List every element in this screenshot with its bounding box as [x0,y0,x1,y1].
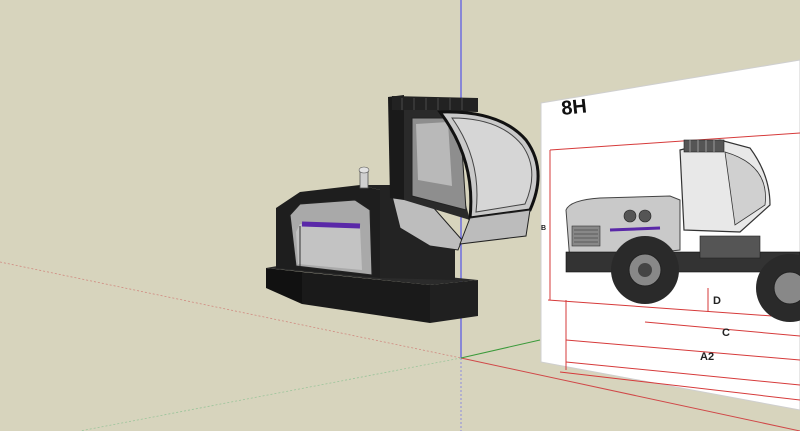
cab-roof-block [392,96,478,112]
green-axis-back [79,357,462,431]
vehicle-cab-model[interactable] [266,95,540,323]
modeling-viewport[interactable]: 8H D C A2 B [0,0,800,431]
reference-image-panel[interactable]: 8H D C A2 B [540,59,800,411]
dimension-label-c: C [722,327,730,339]
base-block-right [430,280,478,323]
base-block-left [266,268,302,304]
body-panel-inset [296,224,362,270]
3d-scene[interactable]: 8H D C A2 B [0,0,800,431]
exhaust-cap [358,166,370,174]
green-axis-front [460,339,541,359]
dimension-label-d: D [713,295,721,307]
accent-stripe [301,221,361,229]
dimension-label-b: B [541,225,546,232]
cab-interior-light [416,122,452,186]
dimension-label-a2: A2 [700,351,714,363]
cab-frame-back [388,95,404,200]
reference-title: 8H [560,95,588,120]
